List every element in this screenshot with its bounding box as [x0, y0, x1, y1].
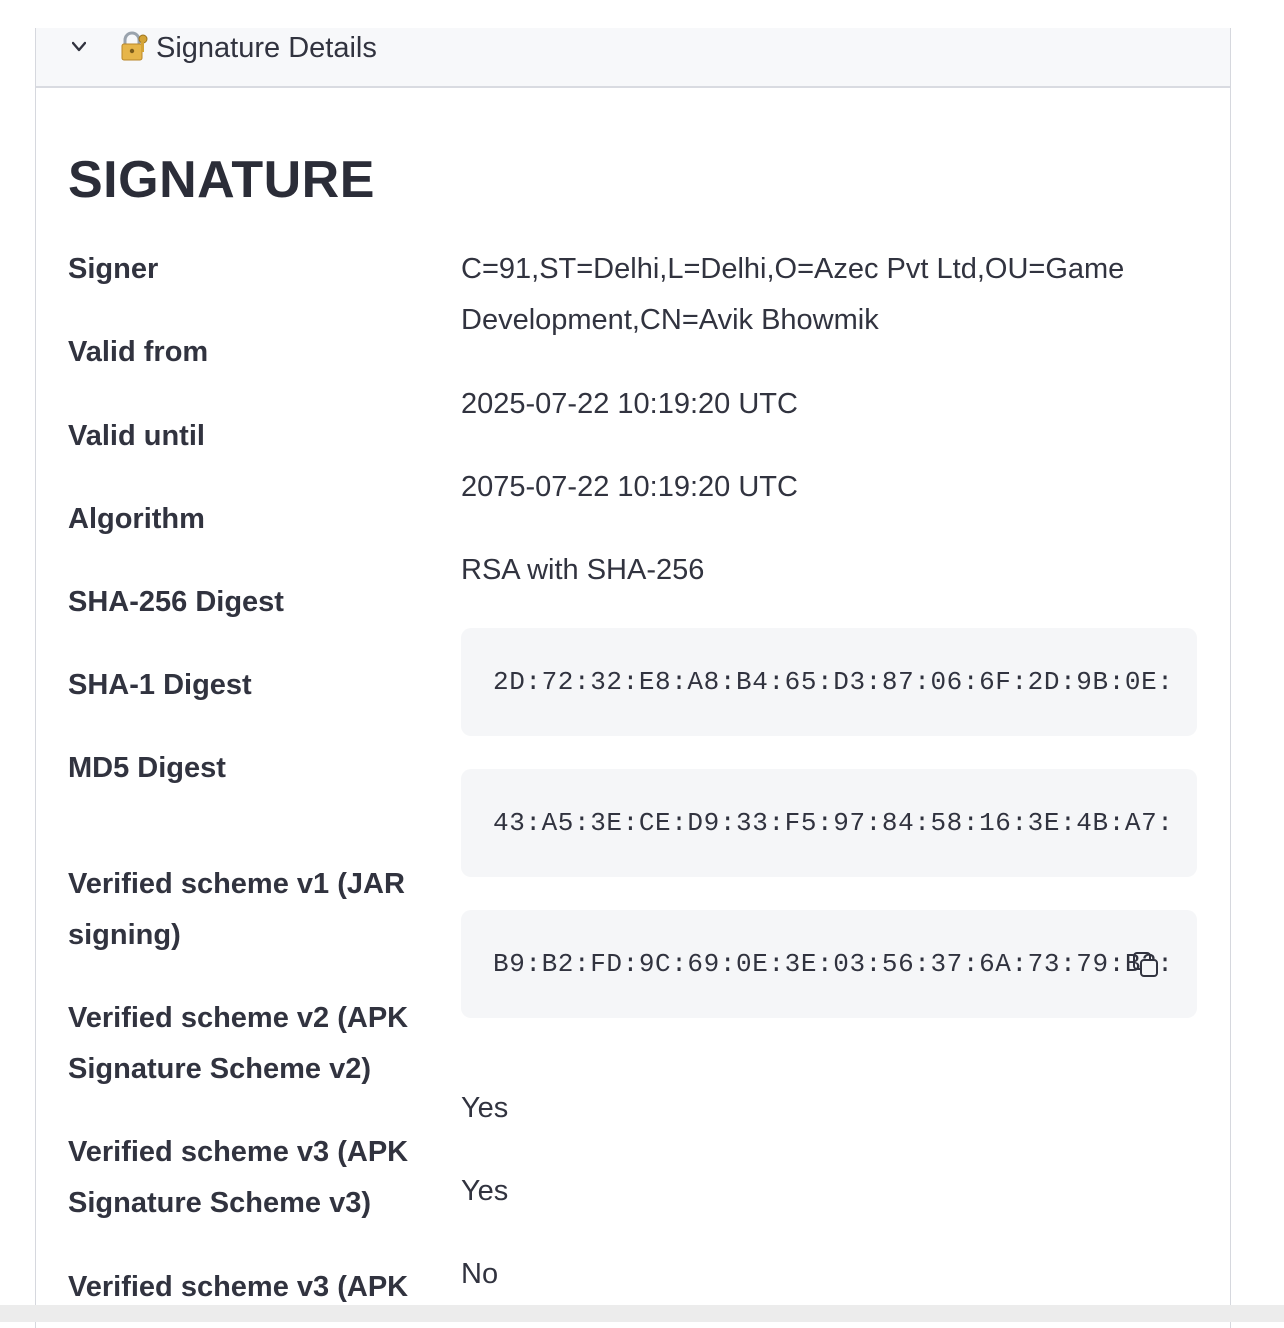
expander-header[interactable]: Signature Details — [36, 28, 1230, 88]
valid-until-label: Valid until — [68, 420, 205, 452]
scheme-v3-value: No — [461, 1258, 499, 1290]
scheme-v3-label: Verified scheme v3 (APK Signature Scheme… — [68, 1136, 409, 1219]
signer-label: Signer — [68, 253, 159, 285]
algorithm-label: Algorithm — [68, 503, 205, 535]
chevron-down-icon[interactable] — [72, 40, 86, 54]
valid-from-value: 2025-07-22 10:19:20 UTC — [461, 388, 798, 420]
expander-title[interactable]: Signature Details — [156, 30, 377, 66]
sha1-code-block[interactable]: 43:A5:3E:CE:D9:33:F5:97:84:58:16:3E:4B:A… — [461, 769, 1197, 877]
sha1-digest-label: SHA-1 Digest — [68, 669, 252, 701]
scheme-v1-label: Verified scheme v1 (JAR signing) — [68, 868, 405, 951]
copy-icon[interactable] — [1131, 950, 1161, 980]
md5-code-block[interactable]: B9:B2:FD:9C:69:0E:3E:03:56:37:6A:73:79:B… — [461, 910, 1197, 1018]
sha256-code-block[interactable]: 2D:72:32:E8:A8:B4:65:D3:87:06:6F:2D:9B:0… — [461, 628, 1197, 736]
md5-digest-value[interactable]: B9:B2:FD:9C:69:0E:3E:03:56:37:6A:73:79:B… — [493, 946, 1174, 982]
valid-from-label: Valid from — [68, 336, 209, 368]
lock-with-key-icon — [121, 31, 148, 61]
algorithm-value: RSA with SHA-256 — [461, 554, 705, 586]
scheme-v2-label: Verified scheme v2 (APK Signature Scheme… — [68, 1002, 409, 1085]
scheme-v2-value: Yes — [461, 1175, 509, 1207]
valid-until-value: 2075-07-22 10:19:20 UTC — [461, 471, 798, 503]
signer-value: C=91,ST=Delhi,L=Delhi,O=Azec Pvt Ltd,OU=… — [461, 253, 1125, 336]
sha1-digest-value[interactable]: 43:A5:3E:CE:D9:33:F5:97:84:58:16:3E:4B:A… — [493, 805, 1174, 841]
scheme-v1-value: Yes — [461, 1092, 509, 1124]
md5-digest-label: MD5 Digest — [68, 752, 226, 784]
horizontal-scrollbar[interactable] — [0, 1305, 1284, 1322]
sha256-digest-value[interactable]: 2D:72:32:E8:A8:B4:65:D3:87:06:6F:2D:9B:0… — [493, 664, 1174, 700]
section-title: SIGNATURE — [68, 151, 375, 209]
sha256-digest-label: SHA-256 Digest — [68, 586, 284, 618]
